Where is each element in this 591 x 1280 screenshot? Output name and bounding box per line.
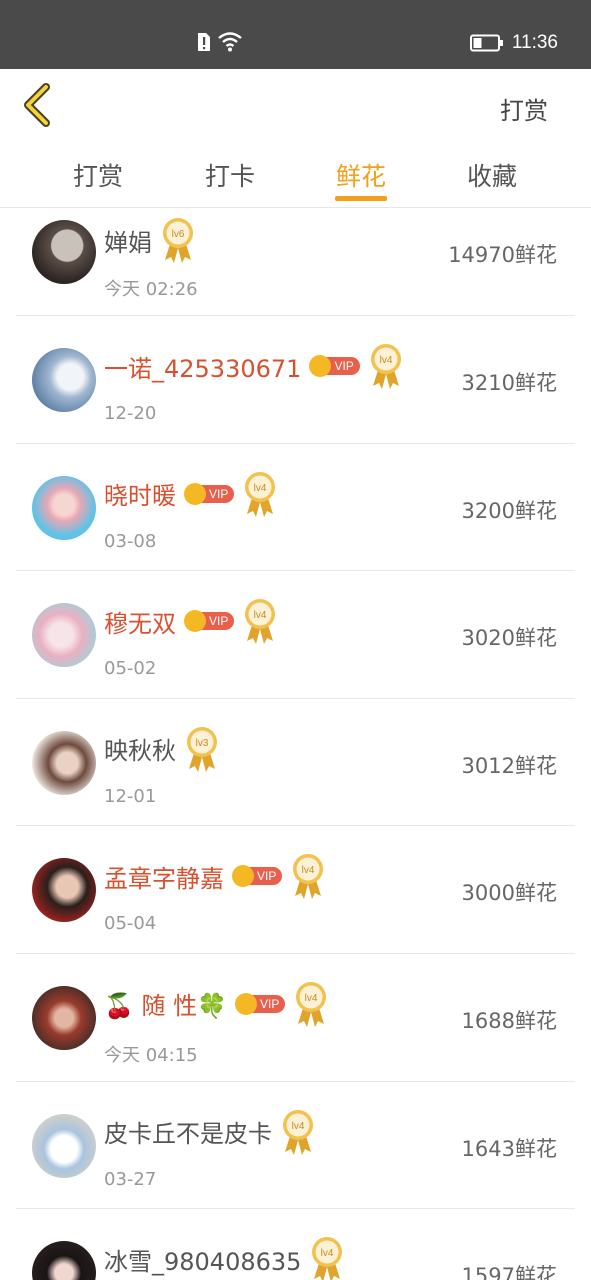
list-item[interactable]: 皮卡丘不是皮卡 lv4 03-27 1643鲜花 xyxy=(0,1082,591,1210)
level-label: lv4 xyxy=(379,355,392,366)
avatar[interactable] xyxy=(32,1113,96,1178)
level-medal-icon: lv4 xyxy=(245,599,276,645)
user-name[interactable]: 一诺_425330671 xyxy=(104,349,301,384)
record-date: 05-02 xyxy=(104,658,157,680)
status-icons-right: 11:36 xyxy=(469,32,558,54)
tab-flowers[interactable]: 鲜花 xyxy=(336,157,386,193)
user-name[interactable]: 冰雪_980408635 xyxy=(104,1242,301,1277)
vip-badge: VIP xyxy=(232,865,283,888)
list-item[interactable]: 婵娟 lv6 今天 02:26 14970鲜花 xyxy=(0,208,591,316)
level-medal-icon: lv6 xyxy=(163,218,193,263)
tab-checkin[interactable]: 打卡 xyxy=(205,157,255,193)
chevron-left-icon xyxy=(24,83,50,127)
status-icons-center xyxy=(196,32,242,52)
record-date: 05-04 xyxy=(104,913,157,935)
list-item[interactable]: 映秋秋 lv3 12-01 3012鲜花 xyxy=(0,699,591,827)
status-time: 11:36 xyxy=(511,32,558,53)
vip-badge: VIP xyxy=(309,355,360,377)
tab-bar: 打赏 打卡 鲜花 收藏 xyxy=(0,141,591,208)
avatar[interactable] xyxy=(32,858,96,923)
flower-amount: 14970鲜花 xyxy=(448,243,557,267)
avatar[interactable] xyxy=(32,603,96,668)
vip-badge: VIP xyxy=(235,992,286,1015)
record-date: 03-08 xyxy=(104,530,157,552)
flower-amount: 3200鲜花 xyxy=(461,498,557,523)
tab-favorites[interactable]: 收藏 xyxy=(467,157,517,193)
user-name[interactable]: 皮卡丘不是皮卡 xyxy=(104,1114,272,1149)
level-label: lv6 xyxy=(172,229,185,240)
user-name[interactable]: 婵娟 xyxy=(104,223,152,258)
level-medal-icon: lv4 xyxy=(245,471,276,517)
level-medal-icon: lv4 xyxy=(312,1237,343,1280)
back-button[interactable] xyxy=(20,83,60,127)
level-medal-icon: lv4 xyxy=(283,1109,313,1155)
record-date: 12-20 xyxy=(104,403,157,424)
level-label: lv3 xyxy=(196,738,209,749)
list-item[interactable]: 穆无双 VIP lv4 05-02 3020鲜花 xyxy=(0,571,591,699)
wifi-icon xyxy=(218,32,242,52)
vip-badge: VIP xyxy=(184,482,235,505)
user-name[interactable]: 🍒 随 性🍀 xyxy=(104,986,227,1021)
record-date: 03-27 xyxy=(104,1168,157,1190)
list-item[interactable]: 一诺_425330671 VIP lv4 12-20 3210鲜花 xyxy=(0,316,591,444)
flower-amount: 3012鲜花 xyxy=(461,753,557,778)
crown-icon xyxy=(184,482,206,505)
avatar[interactable] xyxy=(32,220,96,284)
top-bar: 打赏 xyxy=(0,69,591,141)
level-label: lv4 xyxy=(302,865,315,876)
battery-icon xyxy=(469,34,503,52)
list-item[interactable]: 🍒 随 性🍀 VIP lv4 今天 04:15 1688鲜花 xyxy=(0,954,591,1082)
user-name[interactable]: 晓时暖 xyxy=(104,476,176,511)
avatar[interactable] xyxy=(32,1241,96,1280)
tab-reward[interactable]: 打赏 xyxy=(73,157,123,193)
flower-amount: 1597鲜花 xyxy=(461,1264,557,1280)
level-medal-icon: lv4 xyxy=(296,981,327,1027)
user-name[interactable]: 孟章字静嘉 xyxy=(104,859,224,894)
level-label: lv4 xyxy=(321,1248,334,1259)
avatar[interactable] xyxy=(32,348,96,412)
level-medal-icon: lv3 xyxy=(187,726,217,772)
level-label: lv4 xyxy=(254,610,267,621)
user-name[interactable]: 映秋秋 xyxy=(104,731,176,766)
flower-ranking-list: 婵娟 lv6 今天 02:26 14970鲜花 一诺_425330671 VIP xyxy=(0,208,591,1280)
flower-amount: 3000鲜花 xyxy=(461,881,557,906)
level-label: lv4 xyxy=(305,993,318,1004)
crown-icon xyxy=(235,992,258,1015)
level-medal-icon: lv4 xyxy=(370,344,401,389)
reward-action-button[interactable]: 打赏 xyxy=(500,91,548,126)
avatar[interactable] xyxy=(32,985,96,1050)
flower-amount: 1643鲜花 xyxy=(461,1136,557,1161)
flower-amount: 3210鲜花 xyxy=(461,371,557,395)
sim-alert-icon xyxy=(198,33,210,51)
flower-amount: 1688鲜花 xyxy=(461,1008,557,1033)
level-medal-icon: lv4 xyxy=(293,854,324,900)
avatar[interactable] xyxy=(32,475,96,540)
record-date: 12-01 xyxy=(104,785,157,807)
active-tab-indicator xyxy=(335,196,387,201)
level-label: lv4 xyxy=(292,1121,305,1132)
record-date: 今天 04:15 xyxy=(104,1044,198,1066)
list-item[interactable]: 冰雪_980408635 lv4 1597鲜花 xyxy=(0,1209,591,1280)
flower-amount: 3020鲜花 xyxy=(461,626,557,651)
status-bar: 11:36 xyxy=(0,0,591,69)
list-item[interactable]: 晓时暖 VIP lv4 03-08 3200鲜花 xyxy=(0,444,591,572)
level-label: lv4 xyxy=(254,483,267,494)
avatar[interactable] xyxy=(32,730,96,795)
vip-badge: VIP xyxy=(184,610,235,633)
list-item[interactable]: 孟章字静嘉 VIP lv4 05-04 3000鲜花 xyxy=(0,826,591,954)
record-date: 今天 02:26 xyxy=(104,279,198,300)
user-name[interactable]: 穆无双 xyxy=(104,604,176,639)
